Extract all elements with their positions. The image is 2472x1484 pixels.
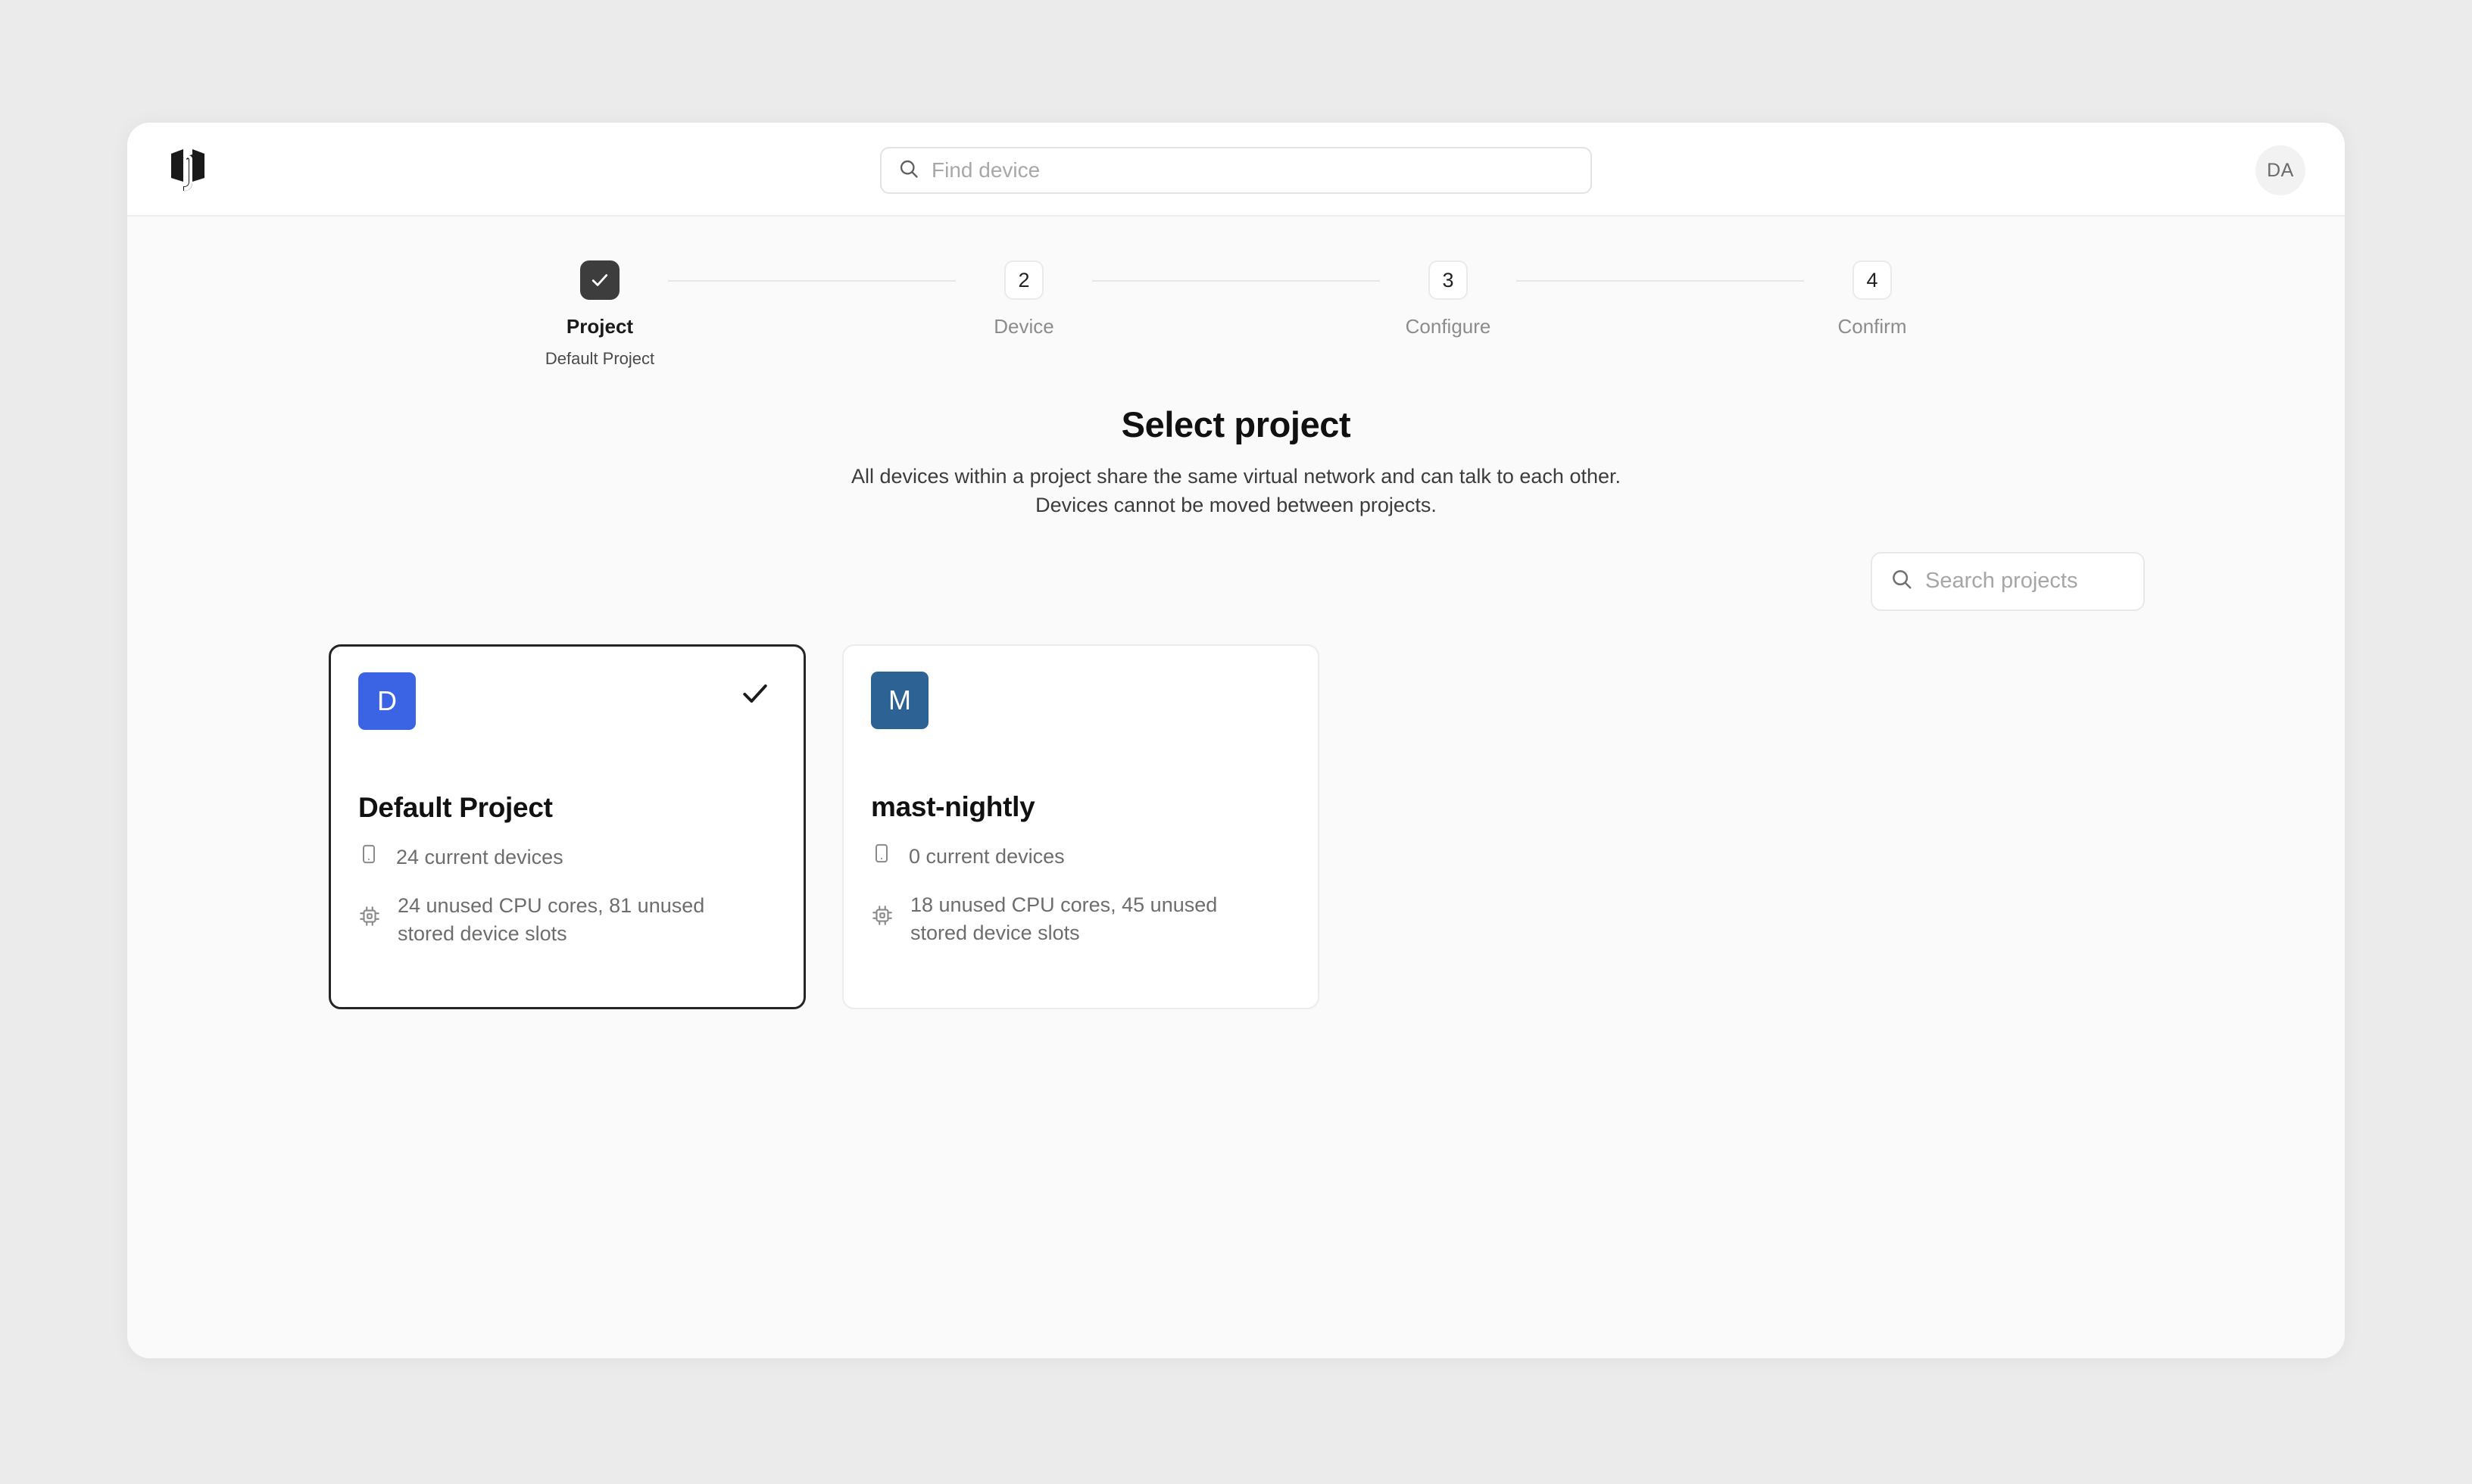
project-device-count: 0 current devices bbox=[871, 843, 1291, 871]
project-device-count-text: 24 current devices bbox=[396, 846, 563, 869]
project-resources: 18 unused CPU cores, 45 unused stored de… bbox=[871, 891, 1291, 948]
page-heading-block: Select project All devices within a proj… bbox=[127, 404, 2345, 520]
page-subtitle-line-1: All devices within a project share the s… bbox=[851, 465, 1621, 488]
selected-check-icon bbox=[738, 677, 772, 714]
step-number-configure: 3 bbox=[1442, 268, 1454, 292]
step-number-device: 2 bbox=[1018, 268, 1030, 292]
juicebox-logo[interactable] bbox=[165, 147, 211, 194]
app-window: DA Project Default Project 2 Device 3 bbox=[127, 123, 2345, 1358]
project-device-count: 24 current devices bbox=[358, 843, 776, 872]
find-device-search[interactable] bbox=[880, 147, 1592, 194]
search-projects-input[interactable] bbox=[1925, 569, 2211, 594]
project-card-header: D bbox=[358, 672, 776, 730]
project-resources-text: 18 unused CPU cores, 45 unused stored de… bbox=[910, 893, 1218, 945]
page-title: Select project bbox=[1121, 404, 1351, 444]
step-number-confirm: 4 bbox=[1866, 268, 1878, 292]
device-icon bbox=[871, 843, 892, 871]
project-initial: M bbox=[888, 684, 911, 716]
project-name: mast-nightly bbox=[871, 790, 1035, 822]
project-name: Default Project bbox=[358, 791, 553, 823]
project-avatar: M bbox=[871, 671, 929, 729]
project-card-mast-nightly[interactable]: M mast-nightly 0 current devices 18 unus… bbox=[842, 644, 1319, 1009]
search-icon bbox=[898, 158, 919, 183]
user-initials: DA bbox=[2267, 159, 2294, 181]
project-device-count-text: 0 current devices bbox=[909, 845, 1065, 868]
step-device[interactable]: 2 Device bbox=[956, 260, 1092, 338]
step-confirm[interactable]: 4 Confirm bbox=[1804, 260, 1940, 338]
project-card-list: D Default Project 24 current devices 24 … bbox=[327, 644, 2145, 1009]
device-icon bbox=[358, 843, 379, 872]
cpu-icon bbox=[871, 904, 894, 934]
page-subtitle-line-2: Devices cannot be moved between projects… bbox=[1035, 494, 1437, 517]
project-card-default-project[interactable]: D Default Project 24 current devices 24 … bbox=[329, 644, 806, 1009]
project-resources: 24 unused CPU cores, 81 unused stored de… bbox=[358, 892, 776, 949]
step-configure[interactable]: 3 Configure bbox=[1380, 260, 1516, 338]
find-device-input[interactable] bbox=[932, 158, 1574, 182]
project-initial: D bbox=[377, 684, 397, 716]
step-sublabel-project: Default Project bbox=[545, 349, 655, 368]
step-connector-1 bbox=[668, 280, 956, 282]
check-icon bbox=[591, 274, 608, 286]
user-avatar[interactable]: DA bbox=[2255, 145, 2305, 195]
page-subtitle: All devices within a project share the s… bbox=[127, 462, 2345, 520]
project-card-header: M bbox=[871, 671, 1291, 729]
step-indicator-confirm: 4 bbox=[1852, 260, 1892, 300]
search-icon bbox=[1890, 568, 1913, 594]
cpu-icon bbox=[358, 905, 381, 935]
project-avatar: D bbox=[358, 672, 416, 730]
projects-search-row bbox=[327, 551, 2211, 611]
step-indicator-device: 2 bbox=[1004, 260, 1044, 300]
search-projects-field[interactable] bbox=[1871, 551, 2211, 611]
step-label-device: Device bbox=[994, 315, 1054, 338]
step-project[interactable]: Project Default Project bbox=[532, 260, 668, 369]
step-connector-3 bbox=[1516, 280, 1804, 282]
project-resources-text: 24 unused CPU cores, 81 unused stored de… bbox=[398, 893, 705, 946]
stepper: Project Default Project 2 Device 3 Confi… bbox=[532, 217, 1940, 369]
step-label-project: Project bbox=[566, 315, 634, 338]
step-label-configure: Configure bbox=[1405, 315, 1491, 338]
step-label-confirm: Confirm bbox=[1837, 315, 1907, 338]
top-bar: DA bbox=[127, 123, 2345, 217]
step-indicator-configure: 3 bbox=[1428, 260, 1468, 300]
step-connector-2 bbox=[1092, 280, 1380, 282]
step-indicator-project bbox=[580, 260, 620, 300]
